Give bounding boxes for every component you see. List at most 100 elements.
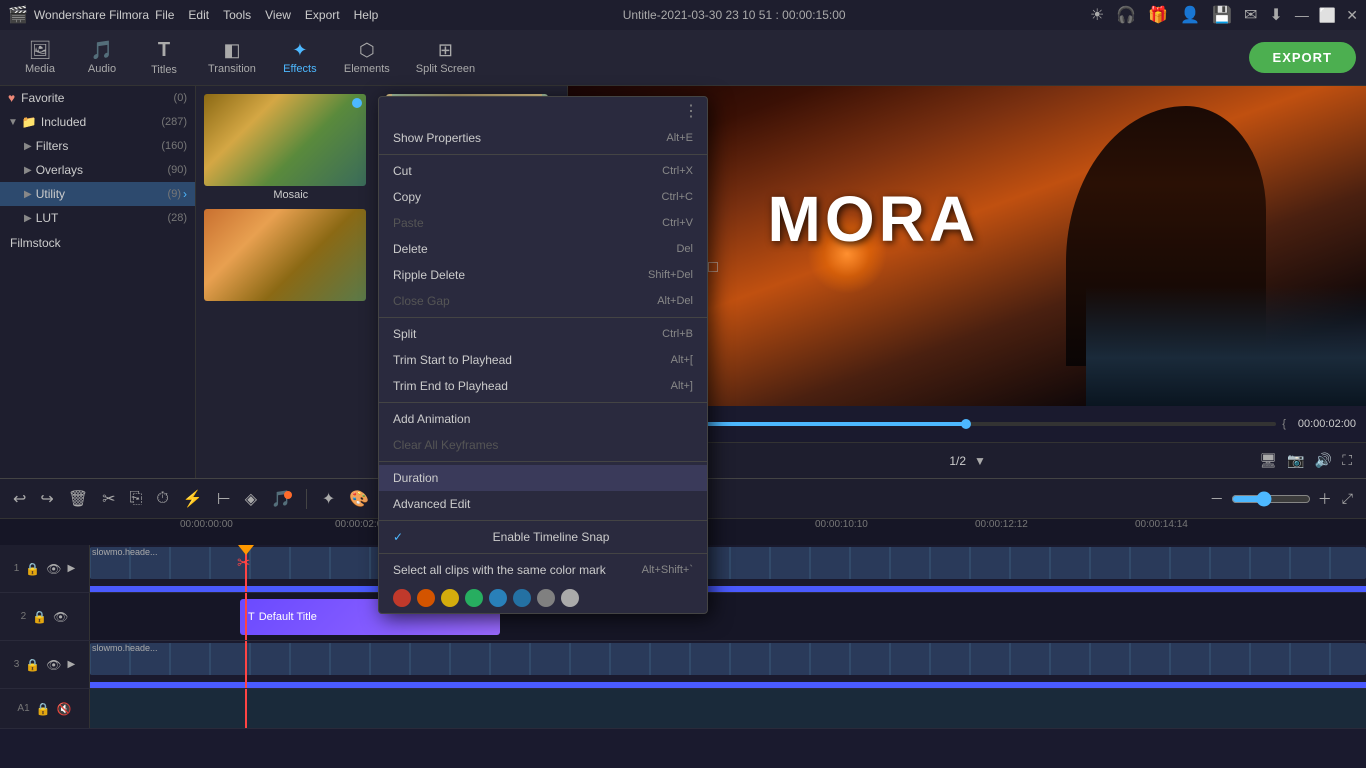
track-eye-icon-3[interactable]: 👁 (46, 658, 61, 672)
effect-mosaic[interactable]: Mosaic (204, 94, 378, 201)
track-lock-icon-3[interactable]: 🔒 (25, 658, 40, 672)
progress-thumb[interactable] (961, 419, 971, 429)
track-lock-icon-title[interactable]: 🔒 (32, 610, 47, 624)
cm-advanced-edit[interactable]: Advanced Edit (379, 491, 707, 517)
color-blue[interactable] (489, 589, 507, 607)
track-controls-3: 3 🔒 👁 ▶ (0, 641, 90, 688)
timer-icon[interactable]: ⏱ (153, 487, 171, 511)
color-yellow[interactable] (441, 589, 459, 607)
volume-icon[interactable]: 🔊 (1315, 452, 1332, 469)
cm-duration[interactable]: Duration (379, 465, 707, 491)
minimize-button[interactable]: — (1295, 7, 1309, 24)
monitor-icon[interactable]: 🖥 (1260, 452, 1278, 469)
menu-file[interactable]: File (155, 8, 174, 22)
track-speaker-icon-3[interactable]: ▶ (68, 659, 76, 670)
color-orange[interactable] (417, 589, 435, 607)
cm-select-color-clips[interactable]: Select all clips with the same color mar… (379, 557, 707, 583)
effect-3[interactable] (204, 209, 378, 304)
cm-split[interactable]: Split Ctrl+B (379, 321, 707, 347)
toolbar-elements[interactable]: ⬡ Elements (332, 36, 402, 79)
left-panel: ♥ Favorite (0) ▼ 📁 Included (287) ▶ Filt… (0, 86, 196, 478)
toolbar-effects[interactable]: ✦ Effects (270, 36, 330, 79)
delete-clip-icon[interactable]: 🗑 (65, 486, 91, 512)
track-speaker-icon-1[interactable]: ▶ (68, 563, 76, 574)
camera-icon[interactable]: 📷 (1287, 452, 1304, 469)
menu-edit[interactable]: Edit (188, 8, 209, 22)
track-audio-content[interactable] (90, 689, 1366, 728)
toolbar-transition[interactable]: ◧ Transition (196, 36, 268, 79)
cm-delete[interactable]: Delete Del (379, 236, 707, 262)
trim-start-label: Trim Start to Playhead (393, 353, 512, 367)
panel-utility[interactable]: ▶ Utility (9) › (0, 182, 195, 206)
undo-icon[interactable]: ↩ (10, 486, 29, 512)
cm-enable-snap[interactable]: ✓ Enable Timeline Snap (379, 524, 707, 550)
cm-trim-start[interactable]: Trim Start to Playhead Alt+[ (379, 347, 707, 373)
utility-label: Utility (36, 187, 65, 201)
cm-add-animation[interactable]: Add Animation (379, 406, 707, 432)
fullscreen-icon[interactable]: ⛶ (1342, 452, 1352, 469)
utility-count: (9) (168, 188, 181, 200)
color-gray[interactable] (537, 589, 555, 607)
color-red[interactable] (393, 589, 411, 607)
menu-view[interactable]: View (265, 8, 291, 22)
toolbar-titles[interactable]: T Titles (134, 35, 194, 80)
snap-check-icon: ✓ (393, 530, 403, 544)
cm-show-properties[interactable]: Show Properties Alt+E (379, 125, 707, 151)
menu-export[interactable]: Export (305, 8, 340, 22)
panel-overlays[interactable]: ▶ Overlays (90) (0, 158, 195, 182)
track-eye-icon-title[interactable]: 👁 (53, 610, 68, 624)
close-gap-shortcut: Alt+Del (657, 295, 693, 307)
zoom-slider[interactable] (1231, 491, 1311, 507)
toolbar-audio[interactable]: 🎵 Audio (72, 36, 132, 79)
track-content-3[interactable]: slowmo.heade... (90, 641, 1366, 688)
panel-included[interactable]: ▼ 📁 Included (287) (0, 110, 195, 134)
color-light-gray[interactable] (561, 589, 579, 607)
track-content-1[interactable]: slowmo.heade... ✂ (90, 545, 1366, 592)
color-dark-blue[interactable] (513, 589, 531, 607)
panel-filters[interactable]: ▶ Filters (160) (0, 134, 195, 158)
effect3-thumb (204, 209, 366, 301)
cm-ripple-delete[interactable]: Ripple Delete Shift+Del (379, 262, 707, 288)
menu-tools[interactable]: Tools (223, 8, 251, 22)
color-grading-icon[interactable]: 🎨 (346, 486, 372, 512)
toolbar-media[interactable]: 🖼 Media (10, 36, 70, 79)
panel-lut[interactable]: ▶ LUT (28) (0, 206, 195, 230)
panel-favorite[interactable]: ♥ Favorite (0) (0, 86, 195, 110)
audio-track-num: A1 (17, 703, 29, 714)
copy-clip-icon[interactable]: ⎘ (127, 487, 146, 511)
cm-copy[interactable]: Copy Ctrl+C (379, 184, 707, 210)
maximize-button[interactable]: ⬜ (1319, 7, 1336, 24)
filmstock-item[interactable]: Filmstock (0, 230, 195, 256)
cm-trim-end[interactable]: Trim End to Playhead Alt+] (379, 373, 707, 399)
zoom-out-icon[interactable]: － (1207, 486, 1227, 512)
select-color-label: Select all clips with the same color mar… (393, 563, 606, 577)
redo-icon[interactable]: ↪ (37, 486, 56, 512)
paste-label: Paste (393, 216, 424, 230)
context-menu-header: ⋮ (379, 97, 707, 125)
audio-mute-icon[interactable]: 🔇 (57, 702, 72, 716)
toolbar-split-screen[interactable]: ⊞ Split Screen (404, 36, 487, 79)
track-lock-icon-1[interactable]: 🔒 (25, 562, 40, 576)
window-controls[interactable]: — ⬜ ✕ (1295, 7, 1358, 24)
close-button[interactable]: ✕ (1346, 7, 1358, 24)
page-dropdown-icon[interactable]: ▼ (974, 454, 986, 468)
audio-icon: 🎵 (91, 40, 113, 61)
export-button[interactable]: EXPORT (1249, 42, 1356, 73)
speed-icon[interactable]: ⚡ (180, 486, 206, 512)
effects-toggle-icon[interactable]: ✦ (319, 486, 338, 512)
track-eye-icon-1[interactable]: 👁 (46, 562, 61, 576)
menu-bar[interactable]: File Edit Tools View Export Help (155, 8, 378, 22)
color-green[interactable] (465, 589, 483, 607)
title-clip-icon: T (248, 611, 255, 623)
zoom-in-icon[interactable]: ＋ (1315, 486, 1335, 512)
cut-clip-icon[interactable]: ✂ (99, 486, 118, 512)
menu-help[interactable]: Help (354, 8, 379, 22)
ripple-delete-label: Ripple Delete (393, 268, 465, 282)
audio-lock-icon[interactable]: 🔒 (36, 702, 51, 716)
split-icon[interactable]: ⊢ (214, 486, 234, 512)
keyframe-icon[interactable]: ◈ (242, 486, 260, 512)
cm-cut[interactable]: Cut Ctrl+X (379, 158, 707, 184)
context-menu-ellipsis[interactable]: ⋮ (683, 101, 699, 121)
zoom-fit-icon[interactable]: ⤢ (1339, 487, 1356, 510)
track-content-title[interactable]: T Default Title (90, 593, 1366, 640)
